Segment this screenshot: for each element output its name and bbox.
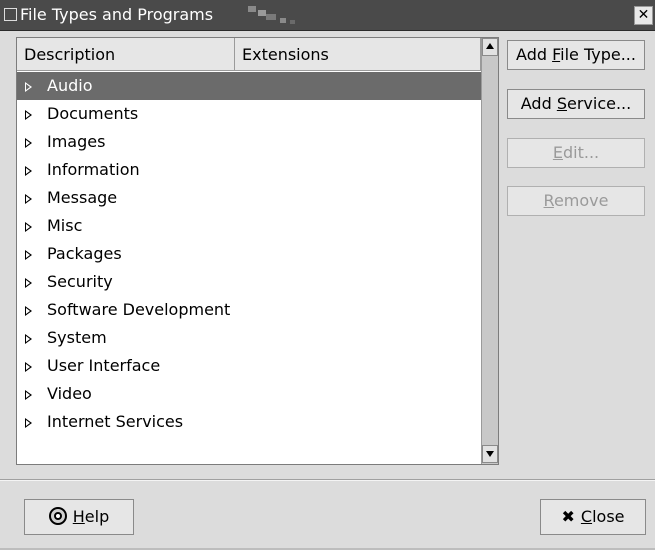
title-decoration-icon	[248, 6, 295, 24]
list-item-label: System	[47, 328, 107, 347]
add-service-button[interactable]: Add Service...	[507, 89, 645, 119]
edit-button[interactable]: Edit...	[507, 138, 645, 168]
list-item[interactable]: Message	[17, 184, 481, 212]
list-item[interactable]: Information	[17, 156, 481, 184]
list-item-label: Software Development	[47, 300, 231, 319]
mnemonic: R	[543, 191, 554, 210]
remove-button[interactable]: Remove	[507, 186, 645, 216]
close-x-icon: ✖	[561, 507, 575, 526]
expander-triangle-icon[interactable]	[25, 306, 32, 316]
list-item[interactable]: Misc	[17, 212, 481, 240]
vertical-scrollbar[interactable]	[481, 38, 498, 464]
list-item[interactable]: Packages	[17, 240, 481, 268]
list-item[interactable]: Software Development	[17, 296, 481, 324]
button-label: ervice...	[566, 94, 632, 113]
list-item[interactable]: System	[17, 324, 481, 352]
window-title: File Types and Programs	[20, 5, 214, 24]
list-item-label: Internet Services	[47, 412, 184, 431]
list-item-label: Packages	[47, 244, 122, 263]
button-label: emove	[553, 191, 609, 210]
list-item-label: Images	[47, 132, 106, 151]
close-icon: ✕	[637, 7, 650, 23]
arrow-down-icon	[486, 451, 494, 457]
list-item[interactable]: Documents	[17, 100, 481, 128]
expander-triangle-icon[interactable]	[25, 222, 32, 232]
window-close-button[interactable]: ✕	[634, 6, 653, 25]
button-label: ile Type...	[560, 45, 636, 64]
expander-triangle-icon[interactable]	[25, 110, 32, 120]
list-item-label: Information	[47, 160, 140, 179]
help-button[interactable]: Help	[24, 499, 134, 535]
list-rows: Audio Documents Images Information Message Mi…	[17, 72, 481, 464]
expander-triangle-icon[interactable]	[25, 390, 32, 400]
close-button[interactable]: ✖ Close	[540, 499, 646, 535]
list-item-label: Documents	[47, 104, 139, 123]
window-menu-icon[interactable]	[4, 8, 17, 21]
expander-triangle-icon[interactable]	[25, 334, 32, 344]
expander-triangle-icon[interactable]	[25, 362, 32, 372]
expander-triangle-icon[interactable]	[25, 418, 32, 428]
expander-triangle-icon[interactable]	[25, 278, 32, 288]
mnemonic: E	[552, 143, 563, 162]
scroll-down-button[interactable]	[482, 445, 498, 463]
expander-triangle-icon[interactable]	[25, 82, 32, 92]
list-item-label: Misc	[47, 216, 83, 235]
button-label: elp	[84, 507, 110, 526]
list-item-label: Video	[47, 384, 92, 403]
button-label: lose	[592, 507, 625, 526]
mnemonic: S	[556, 94, 567, 113]
list-item[interactable]: Images	[17, 128, 481, 156]
list-item[interactable]: Internet Services	[17, 408, 481, 436]
column-header-description[interactable]: Description	[17, 38, 235, 71]
button-label: dit...	[562, 143, 600, 162]
list-item[interactable]: User Interface	[17, 352, 481, 380]
expander-triangle-icon[interactable]	[25, 194, 32, 204]
title-bar[interactable]: File Types and Programs ✕	[0, 0, 655, 31]
list-item-label: Message	[47, 188, 118, 207]
footer-separator	[0, 479, 655, 481]
list-item-label: Audio	[47, 76, 93, 95]
file-types-list[interactable]: Description Extensions Audio Documents Ima…	[16, 37, 499, 465]
expander-triangle-icon[interactable]	[25, 138, 32, 148]
help-lifebuoy-icon	[48, 506, 67, 525]
column-header-extensions[interactable]: Extensions	[235, 38, 481, 71]
button-label: Add	[520, 94, 557, 113]
button-label: Add	[516, 45, 553, 64]
mnemonic: F	[552, 45, 561, 64]
arrow-up-icon	[486, 43, 494, 49]
list-item[interactable]: Audio	[17, 72, 481, 100]
add-file-type-button[interactable]: Add File Type...	[507, 40, 645, 70]
scroll-up-button[interactable]	[482, 38, 498, 56]
mnemonic: H	[72, 507, 85, 526]
list-item-label: User Interface	[47, 356, 161, 375]
list-item[interactable]: Security	[17, 268, 481, 296]
expander-triangle-icon[interactable]	[25, 166, 32, 176]
list-item-label: Security	[47, 272, 113, 291]
mnemonic: C	[580, 507, 593, 526]
expander-triangle-icon[interactable]	[25, 250, 32, 260]
list-item[interactable]: Video	[17, 380, 481, 408]
